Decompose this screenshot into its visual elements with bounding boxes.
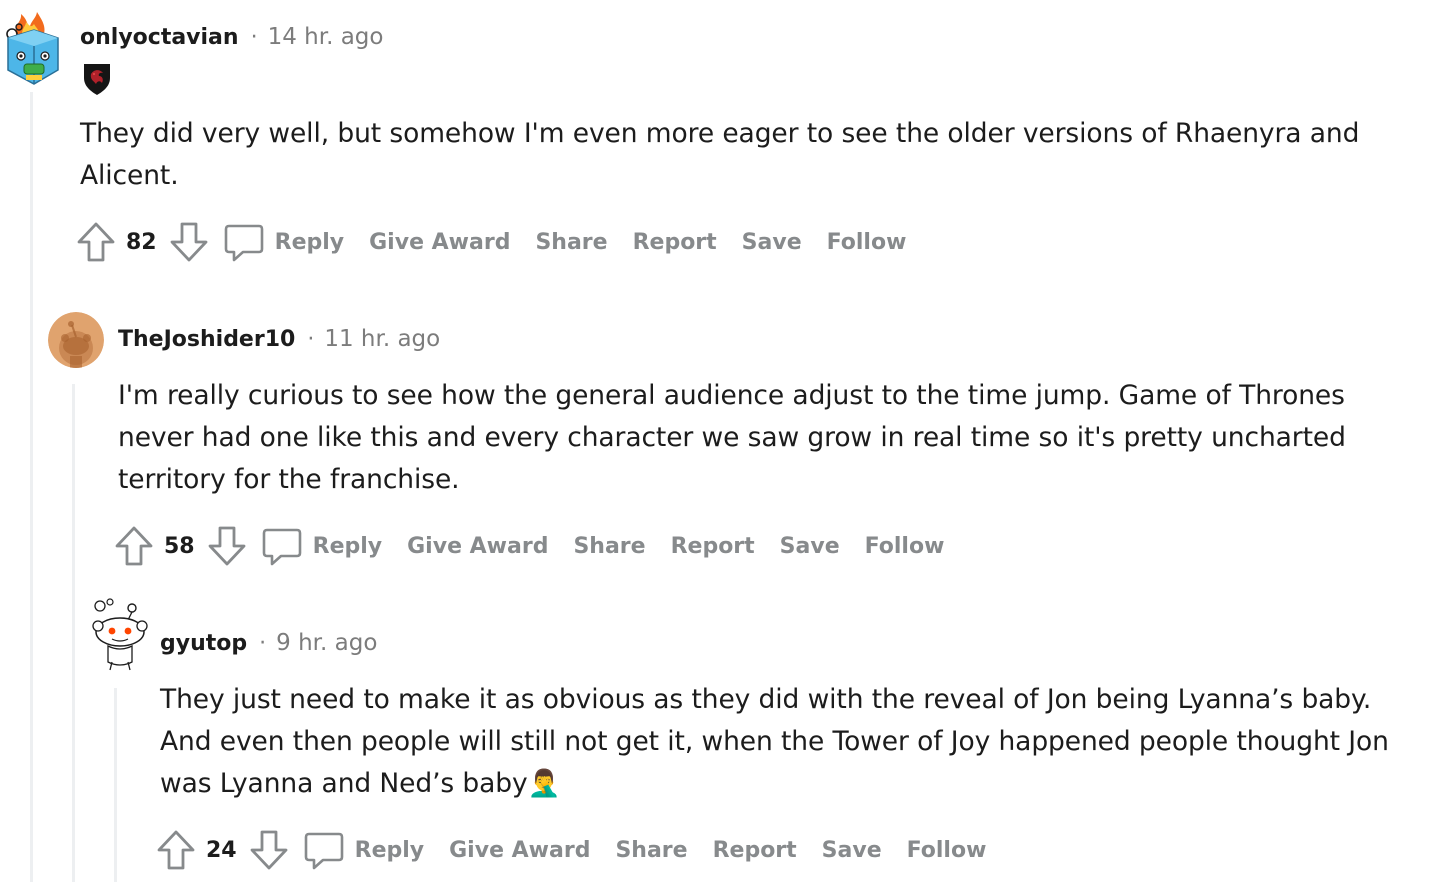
speech-bubble-icon[interactable] — [261, 525, 303, 567]
reply-button[interactable]: Reply — [313, 534, 383, 559]
give-award-button[interactable]: Give Award — [407, 534, 548, 559]
meta-separator: · — [307, 327, 315, 352]
report-button[interactable]: Report — [671, 534, 755, 559]
burning-cube-snoo-avatar[interactable] — [4, 12, 60, 85]
save-button[interactable]: Save — [742, 230, 802, 255]
vote-score: 24 — [206, 837, 237, 863]
reply-button[interactable]: Reply — [355, 838, 425, 863]
timestamp[interactable]: 14 hr. ago — [268, 24, 384, 50]
report-button[interactable]: Report — [713, 838, 797, 863]
snoo-outline-avatar[interactable] — [88, 598, 150, 672]
meta-separator: · — [259, 631, 267, 656]
comment-actions: 24 Reply Give Award Share Report Save Fo… — [156, 828, 1011, 872]
save-button[interactable]: Save — [822, 838, 882, 863]
comment-actions: 58 Reply Give Award Share Report Save Fo… — [114, 524, 969, 568]
follow-button[interactable]: Follow — [827, 230, 907, 255]
meta-separator: · — [250, 25, 258, 50]
vote-score: 82 — [126, 229, 157, 255]
speech-bubble-icon[interactable] — [223, 221, 265, 263]
save-button[interactable]: Save — [780, 534, 840, 559]
vote-score: 58 — [164, 533, 195, 559]
comment-meta: onlyoctavian · 14 hr. ago — [80, 24, 383, 50]
thread-line-level-3[interactable] — [114, 688, 117, 882]
give-award-button[interactable]: Give Award — [449, 838, 590, 863]
share-button[interactable]: Share — [573, 534, 645, 559]
upvote-arrow-icon[interactable] — [76, 221, 116, 263]
downvote-arrow-icon[interactable] — [169, 221, 209, 263]
dragon-crest-flair-icon — [82, 62, 112, 96]
share-button[interactable]: Share — [615, 838, 687, 863]
thread-line-level-1[interactable] — [30, 92, 33, 882]
upvote-arrow-icon[interactable] — [156, 829, 196, 871]
timestamp[interactable]: 11 hr. ago — [324, 326, 440, 352]
default-snoo-orange-avatar[interactable] — [48, 312, 104, 368]
speech-bubble-icon[interactable] — [303, 829, 345, 871]
upvote-arrow-icon[interactable] — [114, 525, 154, 567]
comment-meta: gyutop · 9 hr. ago — [160, 630, 377, 656]
follow-button[interactable]: Follow — [907, 838, 987, 863]
follow-button[interactable]: Follow — [865, 534, 945, 559]
timestamp[interactable]: 9 hr. ago — [276, 630, 377, 656]
username[interactable]: onlyoctavian — [80, 25, 239, 50]
downvote-arrow-icon[interactable] — [207, 525, 247, 567]
comment-actions: 82 Reply Give Award Share Report Save Fo… — [76, 220, 931, 264]
reply-button[interactable]: Reply — [275, 230, 345, 255]
report-button[interactable]: Report — [633, 230, 717, 255]
comment-body: They just need to make it as obvious as … — [160, 684, 1389, 799]
give-award-button[interactable]: Give Award — [369, 230, 510, 255]
username[interactable]: gyutop — [160, 631, 247, 656]
comment-meta: TheJoshider10 · 11 hr. ago — [118, 326, 440, 352]
downvote-arrow-icon[interactable] — [249, 829, 289, 871]
username[interactable]: TheJoshider10 — [118, 327, 295, 352]
share-button[interactable]: Share — [535, 230, 607, 255]
comment-body: They did very well, but somehow I'm even… — [80, 118, 1360, 191]
comment-body: I'm really curious to see how the genera… — [118, 380, 1346, 495]
thread-line-level-2[interactable] — [72, 384, 75, 882]
